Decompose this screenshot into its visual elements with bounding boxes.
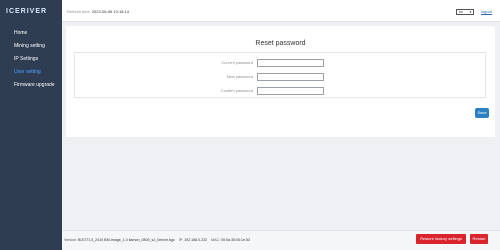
refresh-time: Refresh time 2023-06-06 10:18:14 — [67, 9, 129, 14]
restore-factory-settings-button[interactable]: Restore factory settings — [416, 234, 466, 244]
confirm-password-label: Confirm password — [220, 88, 253, 93]
save-button[interactable]: Save — [475, 108, 489, 118]
version-label: Version: — [64, 238, 77, 242]
footer: Version:BOOT1.0_2410 BM-Image_1.0 kamon_… — [62, 230, 500, 250]
refresh-time-value: 2023-06-06 10:18:14 — [91, 9, 129, 14]
page-title: Reset password — [255, 40, 306, 47]
new-password-label: New password — [226, 74, 253, 79]
ip-value: 192.168.0.232 — [184, 238, 208, 242]
confirm-password-input[interactable] — [257, 87, 324, 95]
sidebar-item-user-setting[interactable]: User setting — [0, 66, 62, 79]
current-password-input[interactable] — [257, 59, 324, 67]
password-form: Current password New password Confirm pa… — [74, 52, 486, 98]
chevron-down-icon: ▼ — [469, 10, 472, 14]
sidebar-item-home[interactable]: Home — [0, 27, 62, 40]
sidebar-item-mining-setting[interactable]: Mining setting — [0, 40, 62, 53]
logout-link[interactable]: logout — [481, 9, 492, 14]
mac-label: MAC: — [211, 238, 221, 242]
reset-password-card: Reset password Current password New pass… — [66, 26, 495, 137]
brand-logo: ICERIVER — [6, 8, 48, 15]
confirm-password-row: Confirm password — [75, 87, 487, 95]
sidebar: ICERIVER Home Mining setting IP Settings… — [0, 0, 62, 250]
new-password-row: New password — [75, 73, 487, 81]
current-password-row: Current password — [75, 59, 487, 67]
refresh-time-label: Refresh time — [67, 9, 90, 14]
sidebar-nav: Home Mining setting IP Settings User set… — [0, 27, 62, 92]
language-select-value: en — [459, 10, 463, 14]
ip-label: IP: — [178, 238, 184, 242]
current-password-label: Current password — [221, 60, 253, 65]
main-content: Reset password Current password New pass… — [62, 22, 500, 230]
sidebar-item-firmware-upgrade[interactable]: Firmware upgrade — [0, 79, 62, 92]
language-select[interactable]: en ▼ — [456, 9, 474, 15]
restart-button[interactable]: Restart — [470, 234, 488, 244]
mac-value: 00:0a:35:00:1e:53 — [221, 238, 251, 242]
device-info: Version:BOOT1.0_2410 BM-Image_1.0 kamon_… — [64, 238, 253, 242]
sidebar-item-ip-settings[interactable]: IP Settings — [0, 53, 62, 66]
top-bar: Refresh time 2023-06-06 10:18:14 en ▼ lo… — [62, 0, 500, 22]
version-value: BOOT1.0_2410 BM-Image_1.0 kamon_0805_s2_… — [78, 238, 175, 242]
new-password-input[interactable] — [257, 73, 324, 81]
